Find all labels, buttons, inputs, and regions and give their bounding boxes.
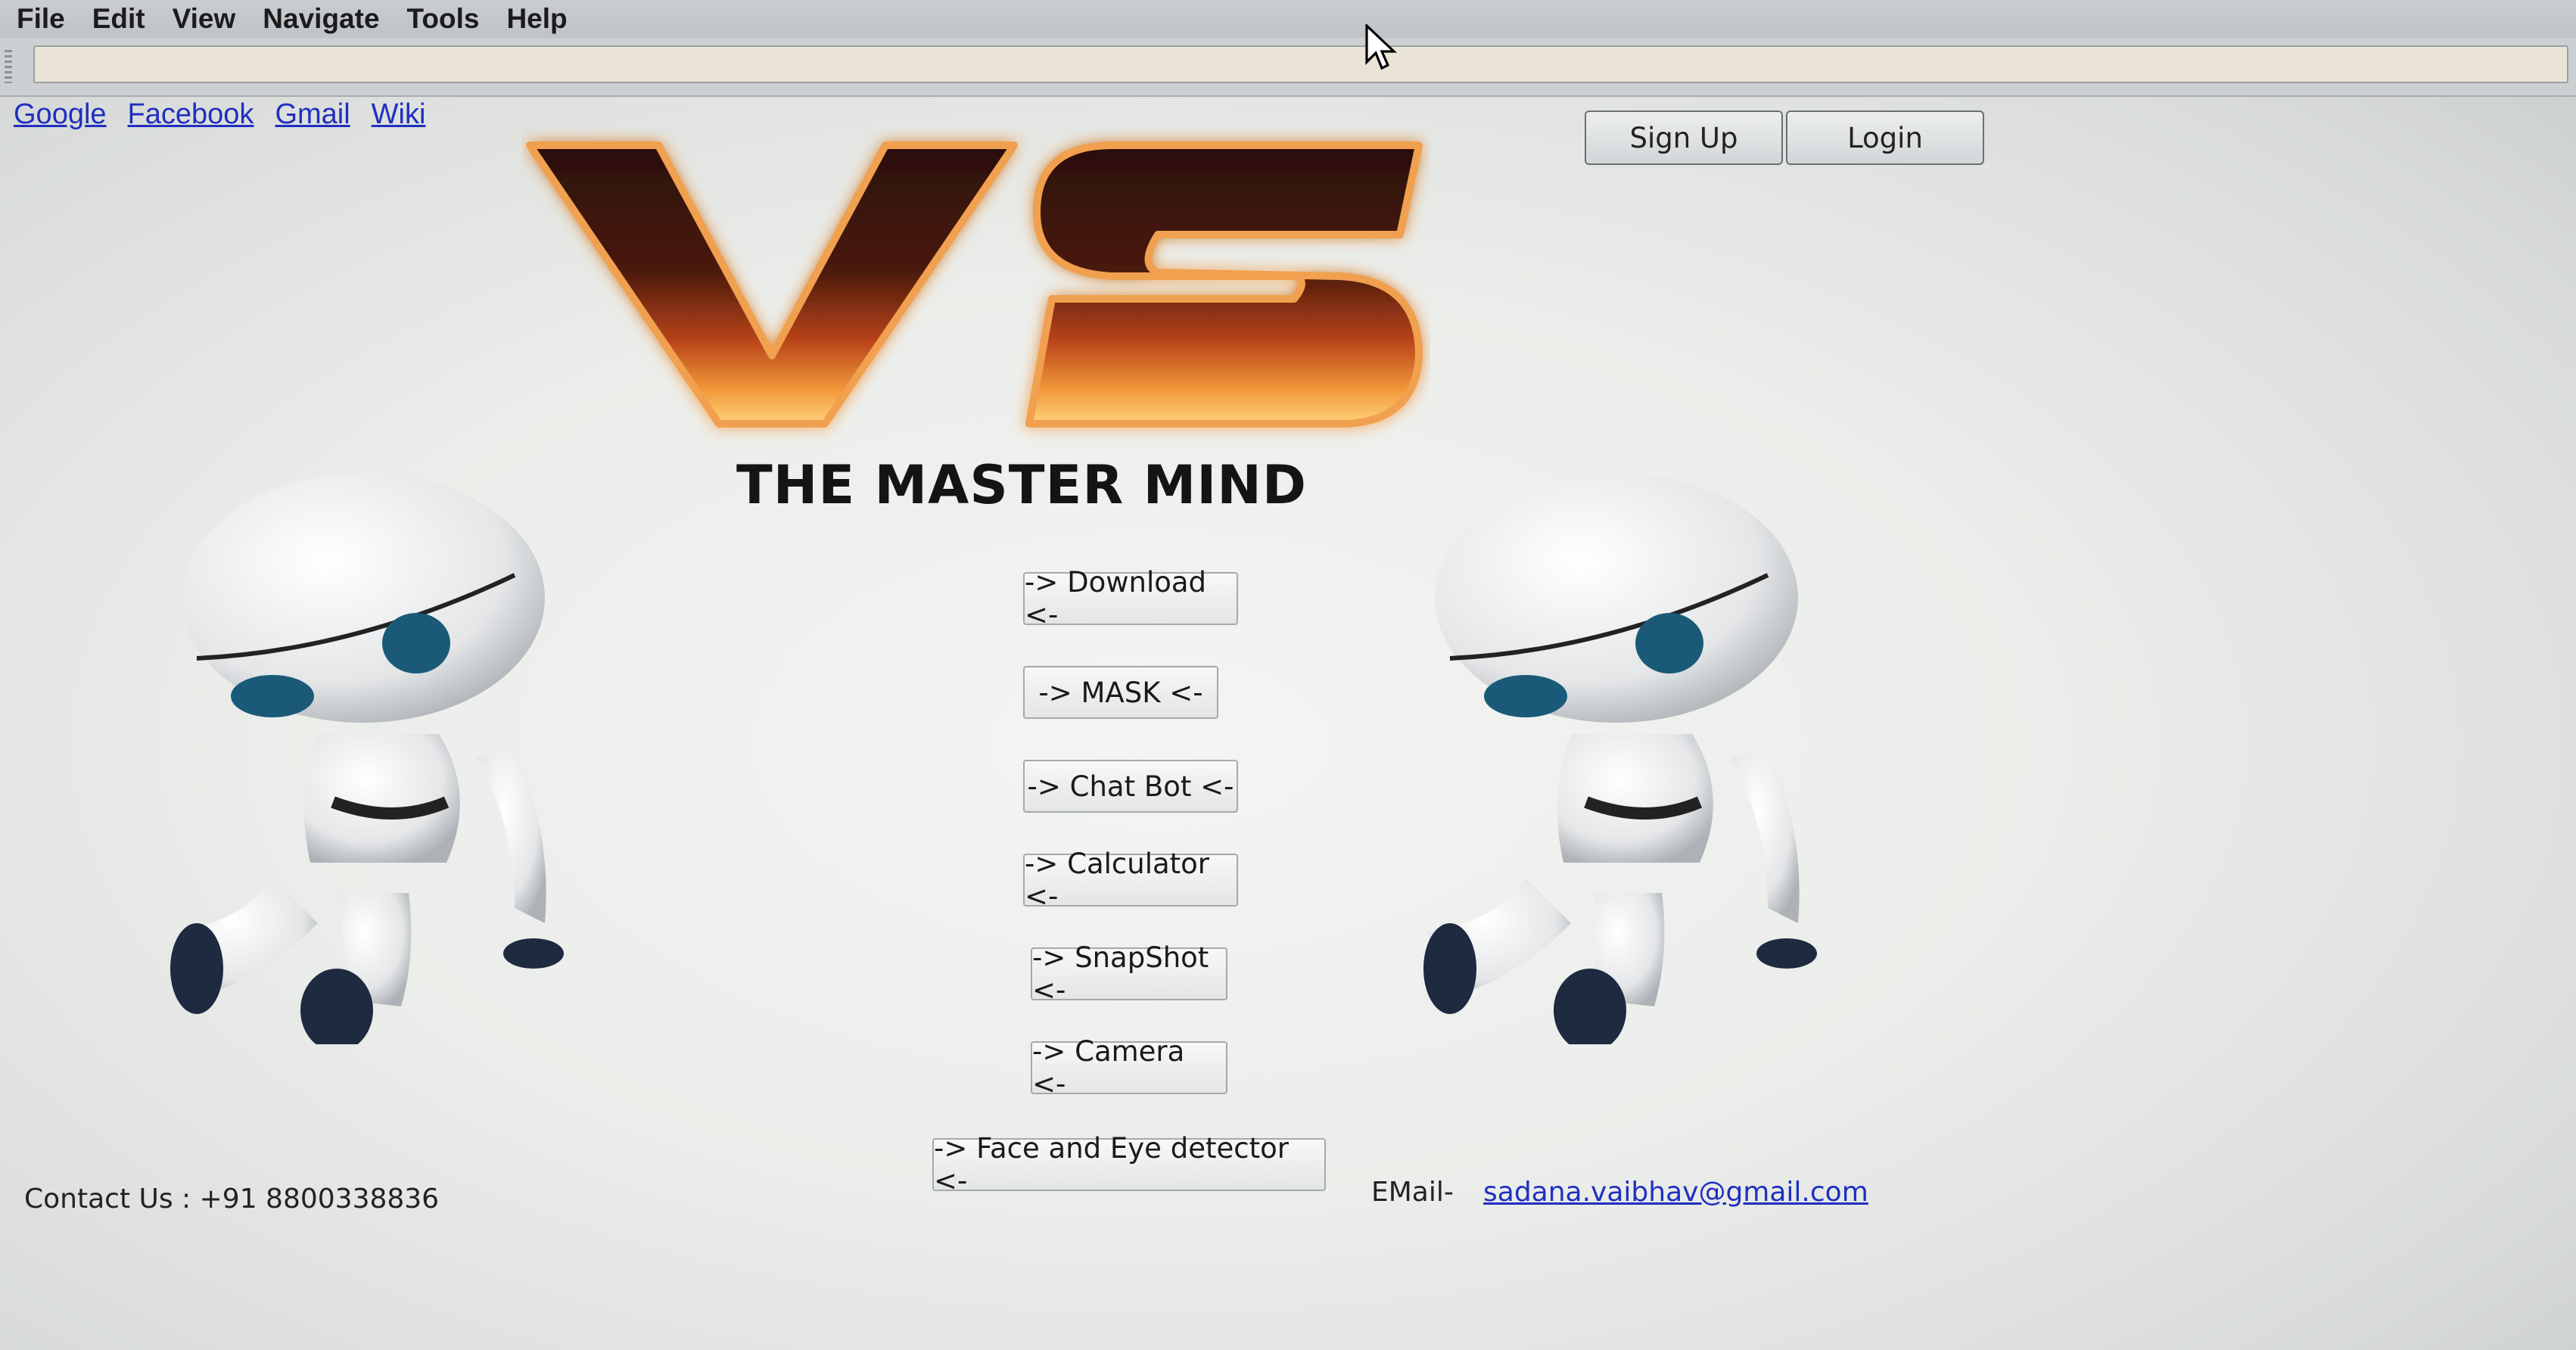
menu-file[interactable]: File <box>17 3 65 35</box>
menu-view[interactable]: View <box>173 3 236 35</box>
menu-navigate[interactable]: Navigate <box>263 3 379 35</box>
address-toolbar <box>0 38 2576 97</box>
email-link[interactable]: sadana.vaibhav@gmail.com <box>1483 1177 1868 1208</box>
link-gmail[interactable]: Gmail <box>275 98 350 131</box>
page-title: THE MASTER MIND <box>736 454 1307 516</box>
link-facebook[interactable]: Facebook <box>128 98 254 131</box>
robot-right-image <box>1423 473 1817 1044</box>
mask-button[interactable]: -> MASK <- <box>1023 666 1218 719</box>
camera-button[interactable]: -> Camera <- <box>1031 1035 1227 1100</box>
contact-info: Contact Us : +91 8800338836 <box>24 1184 440 1215</box>
link-google[interactable]: Google <box>14 98 107 131</box>
address-input[interactable] <box>33 45 2568 83</box>
snapshot-button[interactable]: -> SnapShot <- <box>1031 941 1227 1006</box>
face-eye-detector-button[interactable]: -> Face and Eye detector <- <box>932 1132 1326 1197</box>
menu-help[interactable]: Help <box>506 3 567 35</box>
menu-tools[interactable]: Tools <box>407 3 480 35</box>
vs-logo <box>526 142 1423 428</box>
mouse-pointer-icon <box>1365 24 1398 70</box>
menu-edit[interactable]: Edit <box>92 3 145 35</box>
signup-button[interactable]: Sign Up <box>1585 110 1783 165</box>
toolbar-grip-icon[interactable] <box>5 50 12 83</box>
menu-bar: File Edit View Navigate Tools Help <box>0 0 2576 38</box>
robot-left-image <box>170 473 564 1044</box>
quick-links: Google Facebook Gmail Wiki <box>14 98 425 131</box>
calculator-button[interactable]: -> Calculator <- <box>1023 848 1238 913</box>
download-button[interactable]: -> Download <- <box>1023 566 1238 631</box>
email-label: EMail- <box>1371 1177 1454 1208</box>
login-button[interactable]: Login <box>1786 110 1984 165</box>
link-wiki[interactable]: Wiki <box>372 98 426 131</box>
chat-bot-button[interactable]: -> Chat Bot <- <box>1023 760 1238 813</box>
auth-buttons: Sign Up Login <box>1585 110 1984 165</box>
